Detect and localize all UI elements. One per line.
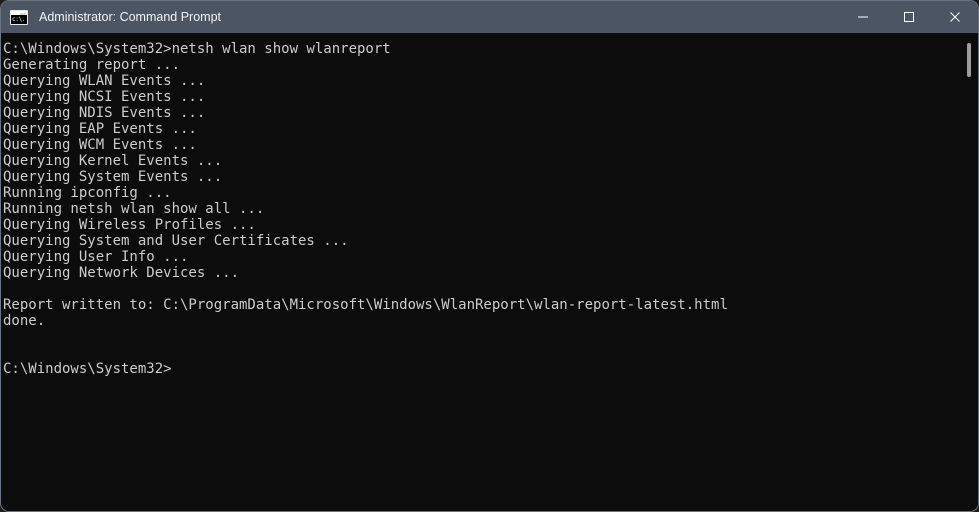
title-bar[interactable]: ••• c:\. Administrator: Command Prompt	[1, 1, 978, 33]
minimize-icon	[857, 11, 869, 23]
window-title: Administrator: Command Prompt	[39, 10, 222, 24]
command-prompt-icon: ••• c:\.	[10, 9, 28, 25]
maximize-icon	[903, 11, 915, 23]
command-prompt-window: ••• c:\. Administrator: Command Prompt C…	[0, 0, 979, 512]
console-output-area[interactable]: C:\Windows\System32>netsh wlan show wlan…	[1, 33, 978, 511]
window-controls	[840, 1, 978, 33]
maximize-button[interactable]	[886, 1, 932, 33]
vertical-scrollbar[interactable]	[961, 33, 978, 511]
title-bar-left: ••• c:\. Administrator: Command Prompt	[1, 1, 840, 33]
scrollbar-thumb[interactable]	[967, 43, 971, 77]
close-icon	[949, 11, 961, 23]
minimize-button[interactable]	[840, 1, 886, 33]
close-button[interactable]	[932, 1, 978, 33]
console-text: C:\Windows\System32>netsh wlan show wlan…	[3, 41, 728, 377]
icon-prompt-glyph: c:\.	[11, 14, 27, 24]
